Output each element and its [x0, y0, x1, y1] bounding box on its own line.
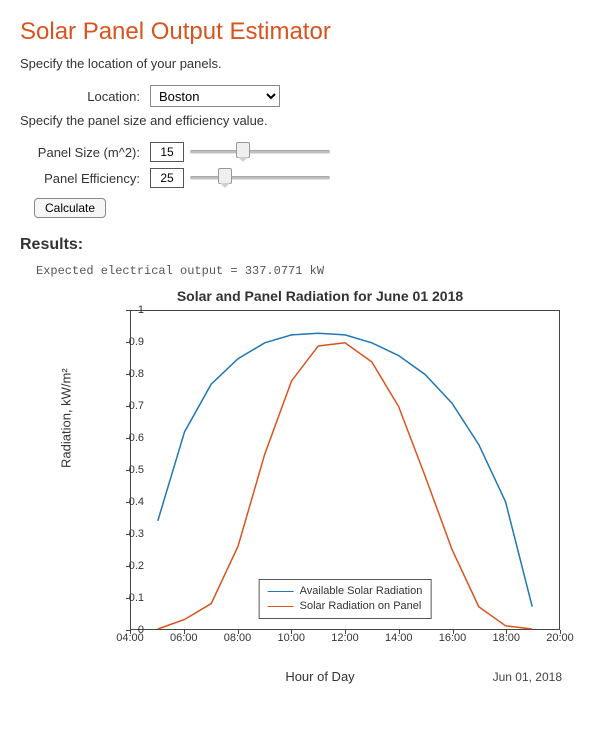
location-label: Location: [34, 89, 144, 104]
chart-title: Solar and Panel Radiation for June 01 20… [60, 288, 580, 304]
plot-area: Available Solar RadiationSolar Radiation… [130, 310, 560, 630]
y-axis-label: Radiation, kW/m² [59, 368, 74, 468]
panel-eff-slider[interactable] [190, 169, 330, 187]
legend-label: Solar Radiation on Panel [300, 599, 422, 614]
legend-swatch [268, 606, 294, 607]
output-text: Expected electrical output = 337.0771 kW [36, 264, 586, 278]
location-select[interactable]: Boston [150, 85, 280, 107]
legend-item: Solar Radiation on Panel [268, 599, 423, 614]
panel-eff-label: Panel Efficiency: [34, 171, 144, 186]
series-line [158, 333, 532, 606]
intro-location: Specify the location of your panels. [20, 56, 586, 71]
results-heading: Results: [20, 236, 586, 254]
legend-swatch [268, 591, 294, 592]
calculate-button[interactable]: Calculate [34, 198, 106, 218]
panel-size-label: Panel Size (m^2): [34, 145, 144, 160]
legend: Available Solar RadiationSolar Radiation… [259, 579, 432, 619]
page-title: Solar Panel Output Estimator [20, 18, 586, 46]
intro-panel: Specify the panel size and efficiency va… [20, 113, 586, 128]
panel-size-slider[interactable] [190, 143, 330, 161]
panel-eff-input[interactable] [150, 168, 184, 188]
legend-label: Available Solar Radiation [300, 584, 423, 599]
chart: Solar and Panel Radiation for June 01 20… [60, 288, 580, 688]
legend-item: Available Solar Radiation [268, 584, 423, 599]
panel-size-input[interactable] [150, 142, 184, 162]
date-label: Jun 01, 2018 [493, 670, 562, 684]
